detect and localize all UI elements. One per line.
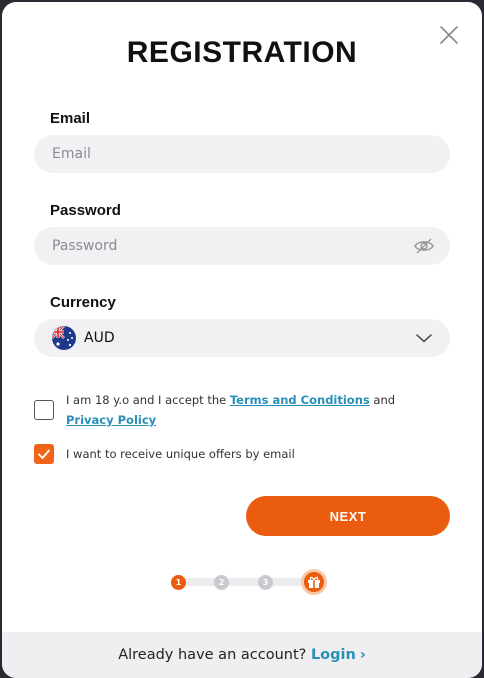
step-indicator: 1 2 3	[166, 568, 332, 596]
step-track	[178, 578, 312, 586]
step-2: 2	[214, 575, 229, 590]
login-link[interactable]: Login	[311, 647, 356, 663]
email-field-wrapper	[34, 135, 450, 173]
password-input[interactable]	[52, 227, 412, 265]
step-final	[301, 569, 327, 595]
chevron-right-icon[interactable]: ›	[360, 647, 366, 663]
currency-label: Currency	[50, 294, 116, 311]
currency-select[interactable]: AUD	[34, 319, 450, 357]
step-1: 1	[171, 575, 186, 590]
terms-checkbox[interactable]	[34, 400, 54, 420]
eye-slash-icon[interactable]	[414, 237, 434, 255]
registration-modal: REGISTRATION Email Password Currency AUD	[2, 2, 482, 678]
terms-link[interactable]: Terms and Conditions	[230, 393, 370, 407]
email-input[interactable]	[52, 135, 412, 173]
page-title: REGISTRATION	[126, 36, 358, 69]
password-field-wrapper	[34, 227, 450, 265]
password-label: Password	[50, 202, 121, 219]
terms-prefix: I am 18 y.o and I accept the	[66, 393, 230, 407]
currency-value: AUD	[84, 330, 115, 346]
terms-middle: and	[369, 393, 396, 407]
australia-flag-icon	[52, 326, 76, 350]
privacy-policy-link[interactable]: Privacy Policy	[66, 413, 156, 427]
offers-checkbox[interactable]	[34, 444, 54, 464]
checkmark-icon	[38, 449, 50, 459]
next-button[interactable]: NEXT	[246, 496, 450, 536]
gift-icon	[308, 576, 320, 588]
chevron-down-icon	[416, 334, 432, 343]
login-prompt: Already have an account?	[118, 647, 311, 663]
email-label: Email	[50, 110, 91, 127]
terms-text: I am 18 y.o and I accept the Terms and C…	[66, 390, 446, 430]
step-3: 3	[258, 575, 273, 590]
offers-text: I want to receive unique offers by email	[66, 447, 295, 461]
footer: Already have an account? Login ›	[2, 632, 482, 678]
